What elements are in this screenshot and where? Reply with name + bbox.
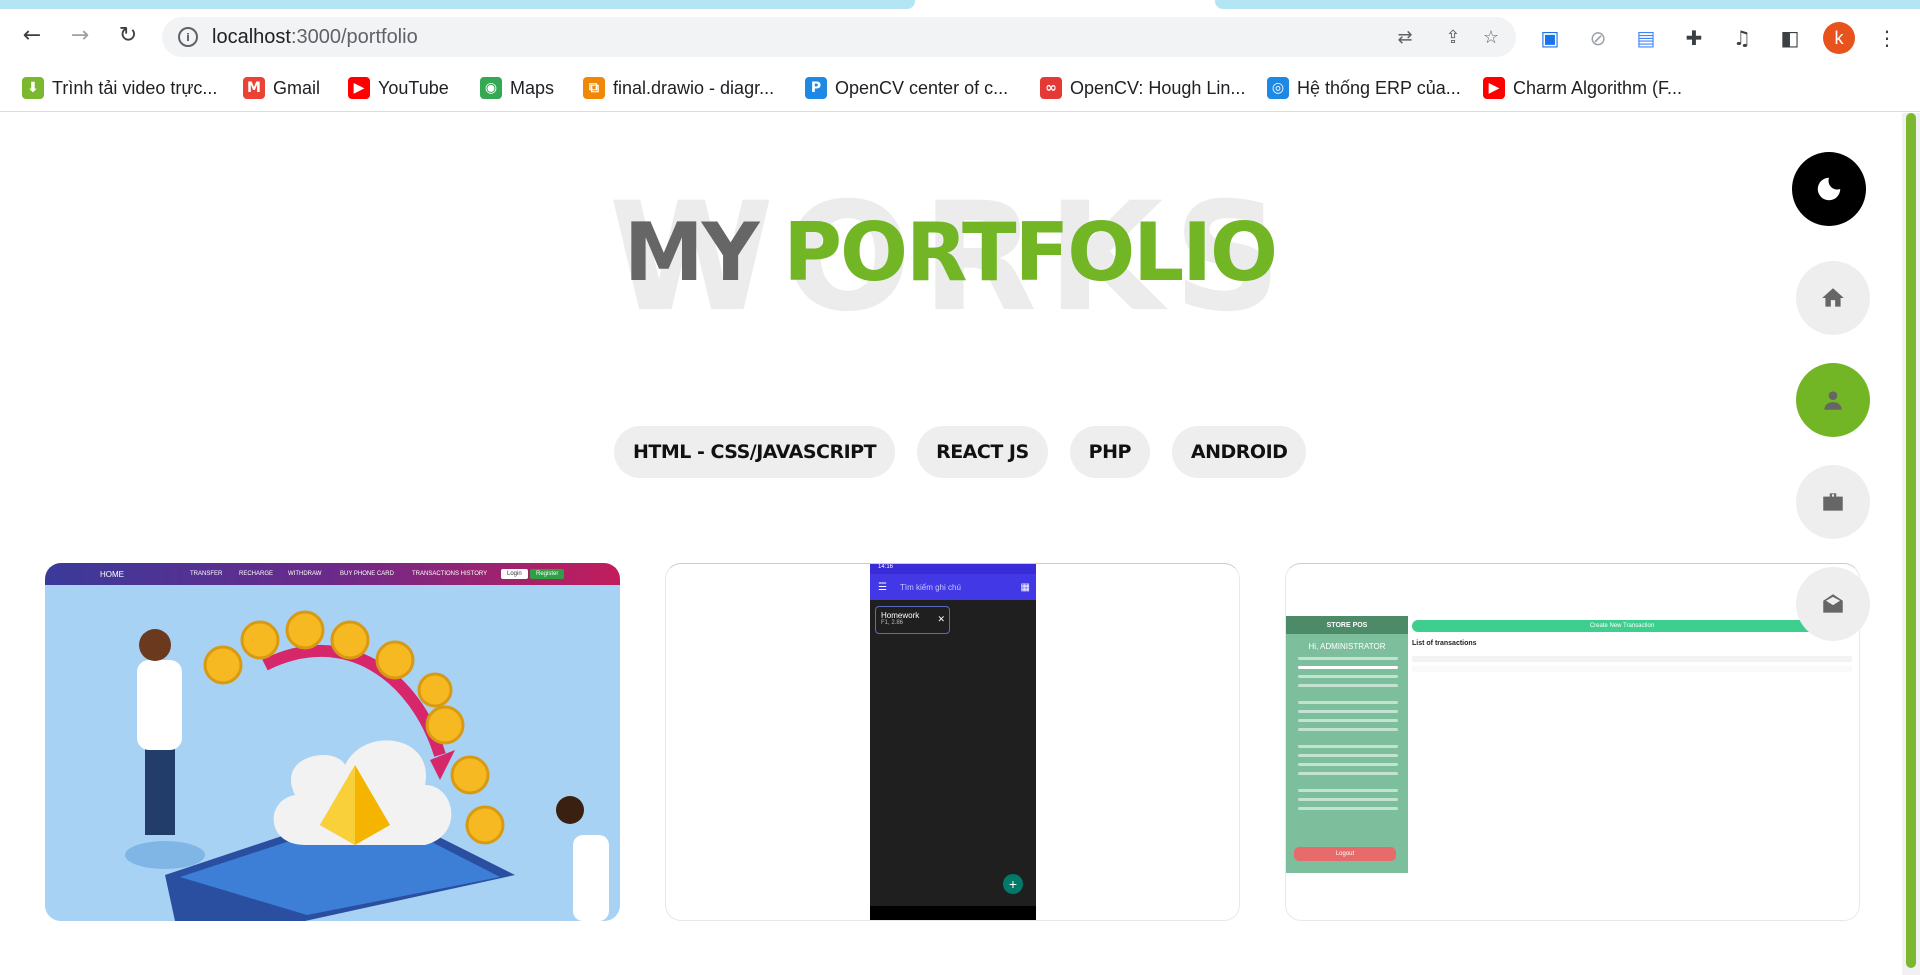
project-card-notes-app[interactable]: 14:16 ☰ Tìm kiếm ghi chú ▦ Homework F1, … <box>665 563 1240 921</box>
bookmark-star-icon[interactable]: ☆ <box>1480 26 1502 48</box>
profile-avatar[interactable]: k <box>1823 22 1855 54</box>
bookmark-item[interactable]: ▶ Charm Algorithm (F... <box>1483 75 1682 101</box>
pos-sidebar: STORE POS Hi, ADMINISTRATOR Logout <box>1286 616 1408 873</box>
bookmark-item[interactable]: ⬇ Trình tải video trực... <box>22 75 217 101</box>
bookmark-item[interactable]: P OpenCV center of c... <box>805 75 1008 101</box>
bookmark-label: OpenCV center of c... <box>835 77 1009 98</box>
page-title: MY PORTFOLIO <box>623 206 1278 299</box>
forward-icon[interactable]: → <box>62 17 98 53</box>
back-icon[interactable]: ← <box>14 17 50 53</box>
bookmark-item[interactable]: ⧉ final.drawio - diagr... <box>583 75 774 101</box>
grid-icon: ▦ <box>1020 581 1030 593</box>
envelope-open-icon <box>1823 594 1843 613</box>
translate-icon[interactable]: ⇄ <box>1394 26 1416 48</box>
compass-icon[interactable]: ⊘ <box>1585 25 1611 51</box>
bookmark-label: Charm Algorithm (F... <box>1513 77 1683 98</box>
bookmark-item[interactable]: ▶ YouTube <box>348 75 449 101</box>
menu-kebab-icon[interactable]: ⋮ <box>1874 25 1900 51</box>
pyimagesearch-icon: P <box>805 77 827 99</box>
crypto-illustration <box>45 585 620 921</box>
filter-android[interactable]: ANDROID <box>1171 426 1307 478</box>
address-bar[interactable]: i localhost:3000/portfolio ⇄ ⇪ ☆ <box>162 17 1516 57</box>
close-icon: ✕ <box>937 614 945 624</box>
nav-about-button[interactable] <box>1796 363 1870 437</box>
side-panel-icon[interactable]: ◧ <box>1777 25 1803 51</box>
bookmark-label: final.drawio - diagr... <box>613 77 775 98</box>
moon-icon <box>1817 177 1841 201</box>
portfolio-page: WORKS MY PORTFOLIO HTML - CSS/JAVASCRIPT… <box>0 113 1920 975</box>
bookmark-label: OpenCV: Hough Lin... <box>1070 77 1246 98</box>
bookmark-label: Maps <box>510 77 555 98</box>
phone-screenshot: 14:16 ☰ Tìm kiếm ghi chú ▦ Homework F1, … <box>870 564 1036 920</box>
bookmark-label: YouTube <box>378 77 449 98</box>
phone-app-bar: ☰ Tìm kiếm ghi chú ▦ <box>870 574 1036 600</box>
page-scrollbar[interactable] <box>1902 113 1920 975</box>
media-control-icon[interactable]: ♫ <box>1729 25 1755 51</box>
filter-react-js[interactable]: REACT JS <box>917 426 1048 478</box>
nav-portfolio-button[interactable] <box>1796 465 1870 539</box>
pos-main: Create New Transaction List of transacti… <box>1408 616 1859 873</box>
bookmark-label: Hệ thống ERP của... <box>1297 77 1461 98</box>
bookmark-item[interactable]: ◉ Maps <box>480 75 554 101</box>
bookmark-item[interactable]: ∞ OpenCV: Hough Lin... <box>1040 75 1245 101</box>
mock-navbar: HOME TRANSFER RECHARGE WITHDRAW BUY PHON… <box>45 563 620 585</box>
bookmark-label: Gmail <box>273 77 321 98</box>
site-info-icon[interactable]: i <box>178 27 198 47</box>
youtube-icon: ▶ <box>348 77 370 99</box>
share-icon[interactable]: ⇪ <box>1442 26 1464 48</box>
filter-php[interactable]: PHP <box>1069 426 1150 478</box>
phone-nav-bar <box>870 906 1036 920</box>
bookmark-label: Trình tải video trực... <box>52 77 218 98</box>
tab-strip <box>0 0 1920 9</box>
theme-toggle-button[interactable] <box>1792 152 1866 226</box>
download-arrow-icon: ⬇ <box>22 77 44 99</box>
nav-home-button[interactable] <box>1796 261 1870 335</box>
bookmarks-bar: ⬇ Trình tải video trực... M Gmail ▶ YouTube ◉ M… <box>0 65 1920 112</box>
reload-icon[interactable]: ↻ <box>110 17 146 53</box>
home-icon <box>1822 288 1844 307</box>
add-note-icon: + <box>1003 874 1023 894</box>
filter-tabs: HTML - CSS/JAVASCRIPT REACT JS PHP ANDRO… <box>614 426 1307 478</box>
youtube-icon: ▶ <box>1483 77 1505 99</box>
menu-icon: ☰ <box>878 581 887 593</box>
project-card-store-pos[interactable]: STORE POS Hi, ADMINISTRATOR Logout Creat… <box>1285 563 1860 921</box>
gmail-icon: M <box>243 77 265 99</box>
phone-status-bar: 14:16 <box>870 564 1036 574</box>
filter-html-css-js[interactable]: HTML - CSS/JAVASCRIPT <box>614 426 896 478</box>
erp-icon: ◎ <box>1267 77 1289 99</box>
note-item: Homework F1, 2.86 ✕ <box>875 606 950 634</box>
scrollbar-thumb[interactable] <box>1906 113 1916 968</box>
drawio-icon: ⧉ <box>583 77 605 99</box>
maps-pin-icon: ◉ <box>480 77 502 99</box>
tab[interactable] <box>0 0 915 9</box>
briefcase-icon <box>1823 493 1843 511</box>
extension-icon[interactable]: ▤ <box>1633 25 1659 51</box>
user-icon <box>1824 391 1842 410</box>
nav-contact-button[interactable] <box>1796 567 1870 641</box>
extension-icon[interactable]: ▣ <box>1537 25 1563 51</box>
bookmark-item[interactable]: M Gmail <box>243 75 320 101</box>
opencv-icon: ∞ <box>1040 77 1062 99</box>
url-text[interactable]: localhost:3000/portfolio <box>212 26 418 49</box>
project-card-banking[interactable]: HOME TRANSFER RECHARGE WITHDRAW BUY PHON… <box>45 563 620 921</box>
puzzle-icon[interactable]: ✚ <box>1681 25 1707 51</box>
tab[interactable] <box>1215 0 1920 9</box>
bookmark-item[interactable]: ◎ Hệ thống ERP của... <box>1267 75 1461 101</box>
browser-toolbar: ← → ↻ i localhost:3000/portfolio ⇄ ⇪ ☆ ▣… <box>0 9 1920 65</box>
